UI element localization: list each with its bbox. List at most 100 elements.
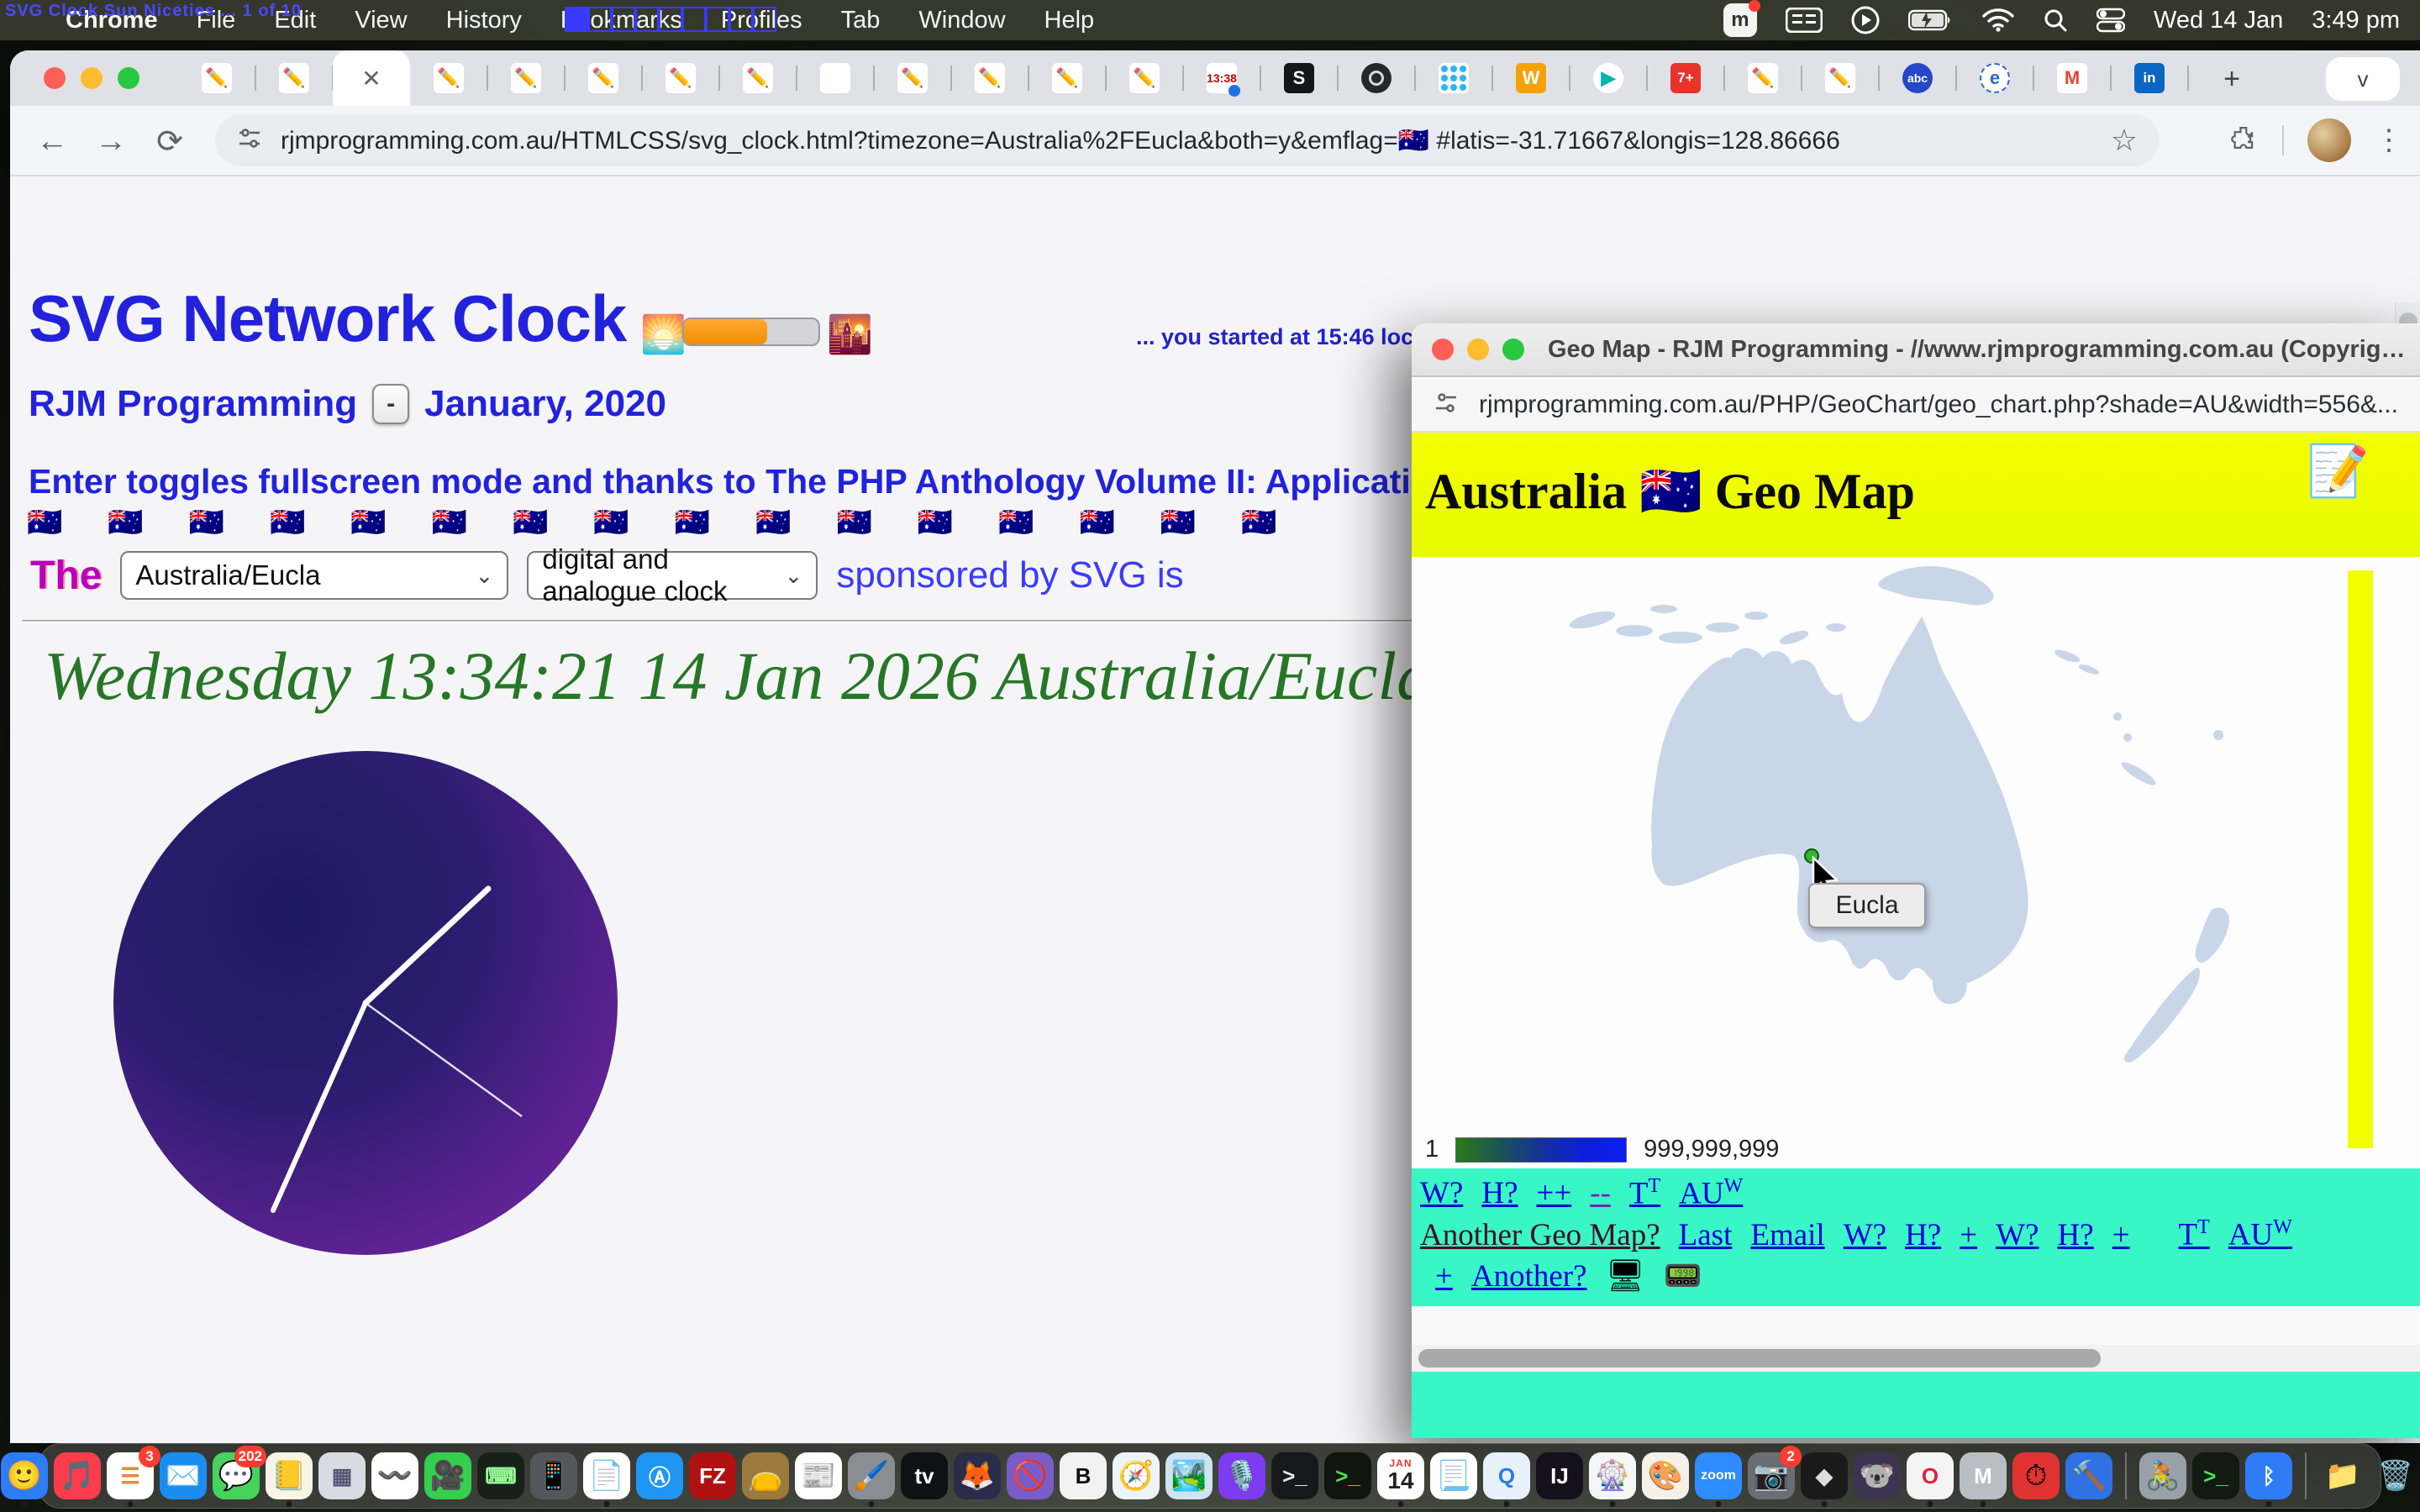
play-icon[interactable] bbox=[1851, 6, 1880, 34]
geomap-hscrollbar-thumb[interactable] bbox=[1418, 1349, 2101, 1368]
dock-icon-quicktime[interactable]: Q bbox=[1483, 1452, 1530, 1499]
geomap-link[interactable]: 📟 bbox=[1664, 1258, 1702, 1294]
tab-7[interactable]: ✏️ bbox=[719, 50, 797, 106]
geomap-link[interactable]: H? bbox=[1905, 1217, 1941, 1253]
spotlight-icon[interactable] bbox=[2043, 8, 2068, 33]
dock-icon-b-app[interactable]: B bbox=[1060, 1452, 1107, 1499]
menu-date[interactable]: Wed 14 Jan bbox=[2154, 7, 2283, 34]
control-center-icon[interactable] bbox=[2096, 8, 2125, 33]
dock-icon-xcode[interactable]: 🔨 bbox=[2065, 1452, 2112, 1499]
reload-button[interactable]: ⟳ bbox=[146, 118, 193, 165]
dock-icon-music[interactable]: 🎵 bbox=[54, 1452, 101, 1499]
menu-item-history[interactable]: History bbox=[446, 7, 522, 34]
dock-icon-phone-app[interactable]: 📱 bbox=[530, 1452, 577, 1499]
close-window-button[interactable] bbox=[1432, 339, 1454, 360]
dock-icon-filezilla[interactable]: FZ bbox=[689, 1452, 736, 1499]
minus-button[interactable]: - bbox=[372, 384, 409, 424]
geomap-link[interactable]: W? bbox=[1844, 1217, 1886, 1253]
battery-icon[interactable] bbox=[1908, 8, 1954, 32]
geomap-titlebar[interactable]: Geo Map - RJM Programming - //www.rjmpro… bbox=[1412, 323, 2420, 377]
new-tab-button[interactable]: + bbox=[2212, 59, 2252, 99]
dock-icon-emacs[interactable]: ⌨ bbox=[477, 1452, 524, 1499]
bookmark-star-icon[interactable]: ☆ bbox=[2111, 123, 2138, 158]
mimestream-icon[interactable]: m bbox=[1723, 3, 1757, 37]
address-bar[interactable]: rjmprogramming.com.au/HTMLCSS/svg_clock.… bbox=[215, 114, 2160, 166]
dock-icon-camera-app[interactable]: 📷2 bbox=[1748, 1452, 1795, 1499]
url-text[interactable]: rjmprogramming.com.au/HTMLCSS/svg_clock.… bbox=[281, 126, 1840, 155]
geomap-map-area[interactable]: Eucla 1 999,999,999 bbox=[1412, 557, 2420, 1168]
tab-20[interactable]: ✏️ bbox=[1724, 50, 1802, 106]
geomap-link[interactable]: W? bbox=[1420, 1175, 1463, 1211]
notepad-pencil-icon[interactable]: 📝 bbox=[2307, 441, 2370, 501]
dock-icon-intellij[interactable]: IJ bbox=[1536, 1452, 1583, 1499]
tab-6[interactable]: ✏️ bbox=[642, 50, 719, 106]
tab-16[interactable] bbox=[1415, 50, 1492, 106]
dock-icon-gimp[interactable]: 🖌️ bbox=[848, 1452, 895, 1499]
chrome-menu-icon[interactable]: ⋮ bbox=[2375, 123, 2403, 157]
dock-icon-terminal[interactable]: >_ bbox=[1271, 1452, 1318, 1499]
tab-active[interactable]: ✕ bbox=[333, 50, 410, 106]
dock-icon-downloads-folder[interactable]: 📁 bbox=[2319, 1452, 2366, 1499]
tab-4[interactable]: ✏️ bbox=[487, 50, 565, 106]
dock-icon-news[interactable]: 📰 bbox=[795, 1452, 842, 1499]
tab-10[interactable]: ✏️ bbox=[951, 50, 1028, 106]
back-button[interactable]: ← bbox=[29, 118, 76, 165]
tab-19[interactable]: 7+ bbox=[1647, 50, 1724, 106]
dock-icon-pages[interactable]: 📃 bbox=[1430, 1452, 1477, 1499]
geomap-link[interactable]: ++ bbox=[1537, 1175, 1572, 1211]
tab-3[interactable]: ✏️ bbox=[410, 50, 487, 106]
tab-17[interactable]: W bbox=[1492, 50, 1570, 106]
geomap-hscrollbar[interactable] bbox=[1412, 1345, 2420, 1372]
geomap-link[interactable]: Email bbox=[1750, 1217, 1824, 1253]
tab-24[interactable]: M bbox=[2033, 50, 2111, 106]
dock-icon-podcasts[interactable]: 🎙️ bbox=[1218, 1452, 1265, 1499]
minimize-window-button[interactable] bbox=[81, 67, 103, 89]
dock-icon-m-app[interactable]: M bbox=[1960, 1452, 2007, 1499]
dock-icon-app-store[interactable]: Ⓐ bbox=[636, 1452, 683, 1499]
tab-21[interactable]: ✏️ bbox=[1802, 50, 1879, 106]
tab-8[interactable] bbox=[797, 50, 874, 106]
tab-14[interactable]: S bbox=[1260, 50, 1338, 106]
dock-icon-textedit[interactable]: 📄 bbox=[583, 1452, 630, 1499]
close-window-button[interactable] bbox=[44, 67, 66, 89]
geomap-link[interactable]: Another Geo Map? bbox=[1420, 1217, 1660, 1253]
tab-18[interactable]: ▶ bbox=[1570, 50, 1647, 106]
clock-mode-select[interactable]: digital and analogue clock⌄ bbox=[527, 551, 818, 600]
geomap-link[interactable]: TT bbox=[1629, 1175, 1660, 1211]
geomap-link[interactable]: Another? bbox=[1471, 1258, 1587, 1294]
dock-icon-safari[interactable]: 🧭 bbox=[1113, 1452, 1160, 1499]
dock-icon-launchpad[interactable]: ▦ bbox=[318, 1452, 366, 1499]
geomap-link[interactable]: TT bbox=[2179, 1216, 2210, 1252]
extensions-icon[interactable] bbox=[2228, 123, 2259, 158]
timezone-select[interactable]: Australia/Eucla⌄ bbox=[120, 551, 508, 600]
dock-icon-inkscape[interactable]: ◆ bbox=[1801, 1452, 1848, 1499]
tab-0[interactable]: ✏️ bbox=[178, 50, 255, 106]
dock-icon-firefox[interactable]: 🦊 bbox=[954, 1452, 1001, 1499]
menu-item-view[interactable]: View bbox=[355, 7, 407, 34]
geomap-link[interactable]: AUW bbox=[1679, 1175, 1743, 1211]
dock-icon-iterm[interactable]: >_ bbox=[1324, 1452, 1371, 1499]
geomap-link[interactable]: H? bbox=[2057, 1217, 2093, 1253]
geomap-link[interactable]: + bbox=[1960, 1217, 1977, 1253]
tab-5[interactable]: ✏️ bbox=[565, 50, 642, 106]
dock-icon-mail[interactable]: ✉️ bbox=[160, 1452, 207, 1499]
wifi-icon[interactable] bbox=[1982, 8, 2014, 32]
tab-22[interactable]: abc bbox=[1879, 50, 1956, 106]
maximize-window-button[interactable] bbox=[1502, 339, 1524, 360]
tab-12[interactable]: ✏️ bbox=[1106, 50, 1183, 106]
geomap-link[interactable]: -- bbox=[1590, 1175, 1611, 1211]
tab-23[interactable]: e bbox=[1956, 50, 2033, 106]
tab-9[interactable]: ✏️ bbox=[874, 50, 951, 106]
geomap-link[interactable]: AUW bbox=[2228, 1216, 2292, 1252]
menu-item-tab[interactable]: Tab bbox=[841, 7, 881, 34]
profile-avatar[interactable] bbox=[2307, 118, 2351, 162]
tab-1[interactable]: ✏️ bbox=[255, 50, 333, 106]
maximize-window-button[interactable] bbox=[118, 67, 139, 89]
menu-time[interactable]: 3:49 pm bbox=[2312, 7, 2400, 34]
forward-button[interactable]: → bbox=[87, 118, 134, 165]
dock-icon-leather-app[interactable]: 👝 bbox=[742, 1452, 789, 1499]
geomap-link[interactable]: H? bbox=[1481, 1175, 1518, 1211]
geomap-link[interactable]: + bbox=[2112, 1217, 2130, 1253]
keyboard-icon[interactable] bbox=[1786, 8, 1823, 33]
tab-11[interactable]: ✏️ bbox=[1028, 50, 1106, 106]
